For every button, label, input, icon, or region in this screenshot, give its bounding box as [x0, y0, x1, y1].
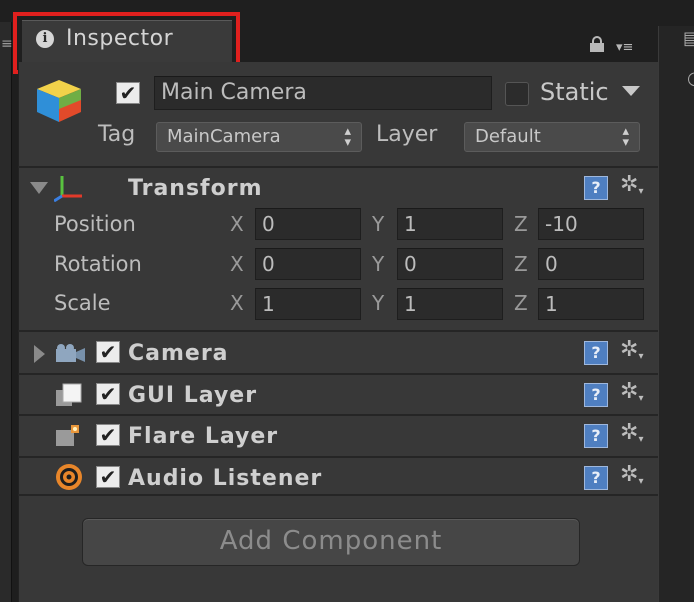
panel-menu-icon: ≡ [1, 36, 13, 52]
layer-value: Default [475, 126, 541, 147]
component-title: Flare Layer [128, 424, 279, 449]
axis-z-label: Z [514, 291, 528, 315]
axis-z-label: Z [514, 212, 528, 236]
tag-dropdown[interactable]: MainCamera ▴ ▾ [156, 122, 362, 152]
left-panel-edge: ≡ [0, 22, 13, 602]
gear-icon[interactable]: ✲▾ [620, 379, 643, 404]
lock-icon[interactable] [590, 36, 604, 52]
gear-icon[interactable]: ✲▾ [620, 172, 643, 197]
tag-label: Tag [98, 122, 136, 147]
camera-icon [56, 344, 85, 362]
camera-enabled-checkbox[interactable]: ✔ [96, 341, 120, 363]
updown-arrows-icon: ▴ ▾ [622, 124, 629, 150]
right-panel-edge: ▤ ◔ [658, 26, 694, 602]
static-dropdown-arrow-icon[interactable] [622, 86, 640, 96]
help-icon[interactable]: ? [584, 383, 608, 407]
rotation-z-field[interactable]: 0 [538, 248, 644, 280]
axis-x-label: X [230, 212, 244, 236]
rotation-y-field[interactable]: 0 [397, 248, 503, 280]
position-label: Position [54, 212, 136, 236]
gear-icon[interactable]: ✲▾ [620, 337, 643, 362]
gui-layer-enabled-checkbox[interactable]: ✔ [96, 383, 120, 405]
object-name-field[interactable]: Main Camera [154, 76, 492, 110]
foldout-collapsed-icon[interactable] [34, 345, 45, 363]
position-x-field[interactable]: 0 [255, 208, 361, 240]
help-icon[interactable]: ? [584, 466, 608, 490]
separator [18, 414, 658, 416]
flare-layer-enabled-checkbox[interactable]: ✔ [96, 424, 120, 446]
axis-z-label: Z [514, 252, 528, 276]
edge-glyph-icon: ▤ [683, 28, 694, 49]
gui-layer-icon [56, 383, 82, 406]
flare-layer-icon [56, 425, 79, 446]
audio-listener-enabled-checkbox[interactable]: ✔ [96, 466, 120, 488]
audio-listener-icon [56, 464, 82, 490]
axis-x-label: X [230, 252, 244, 276]
help-icon[interactable]: ? [584, 424, 608, 448]
static-checkbox[interactable] [505, 82, 529, 106]
separator [18, 373, 658, 375]
gear-icon[interactable]: ✲▾ [620, 420, 643, 445]
edge-glyph-icon: ◔ [687, 68, 694, 89]
transform-axes-icon [54, 176, 82, 202]
separator [18, 456, 658, 458]
axis-y-label: Y [372, 291, 385, 315]
foldout-expanded-icon[interactable] [30, 182, 48, 194]
rotation-x-field[interactable]: 0 [255, 248, 361, 280]
separator [18, 494, 658, 496]
gameobject-cube-icon [37, 80, 81, 122]
help-icon[interactable]: ? [584, 176, 608, 200]
panel-options-icon[interactable]: ▾≡ [616, 40, 650, 56]
scale-z-field[interactable]: 1 [538, 288, 644, 320]
transform-title: Transform [128, 176, 263, 201]
position-y-field[interactable]: 1 [397, 208, 503, 240]
layer-label: Layer [376, 122, 438, 147]
help-icon[interactable]: ? [584, 341, 608, 365]
scale-label: Scale [54, 291, 111, 315]
scale-y-field[interactable]: 1 [397, 288, 503, 320]
active-checkbox[interactable]: ✔ [116, 82, 140, 104]
rotation-label: Rotation [54, 252, 142, 276]
scale-x-field[interactable]: 1 [255, 288, 361, 320]
gear-icon[interactable]: ✲▾ [620, 462, 643, 487]
updown-arrows-icon: ▴ ▾ [344, 124, 351, 150]
position-z-field[interactable]: -10 [538, 208, 644, 240]
axis-y-label: Y [372, 252, 385, 276]
axis-x-label: X [230, 291, 244, 315]
component-title: GUI Layer [128, 383, 258, 408]
separator [18, 330, 658, 332]
tag-value: MainCamera [167, 126, 281, 147]
component-title: Audio Listener [128, 466, 323, 491]
axis-y-label: Y [372, 212, 385, 236]
layer-dropdown[interactable]: Default ▴ ▾ [464, 122, 640, 152]
component-title: Camera [128, 341, 229, 366]
add-component-button[interactable]: Add Component [82, 518, 580, 566]
separator [18, 166, 658, 168]
static-label: Static [540, 78, 609, 106]
